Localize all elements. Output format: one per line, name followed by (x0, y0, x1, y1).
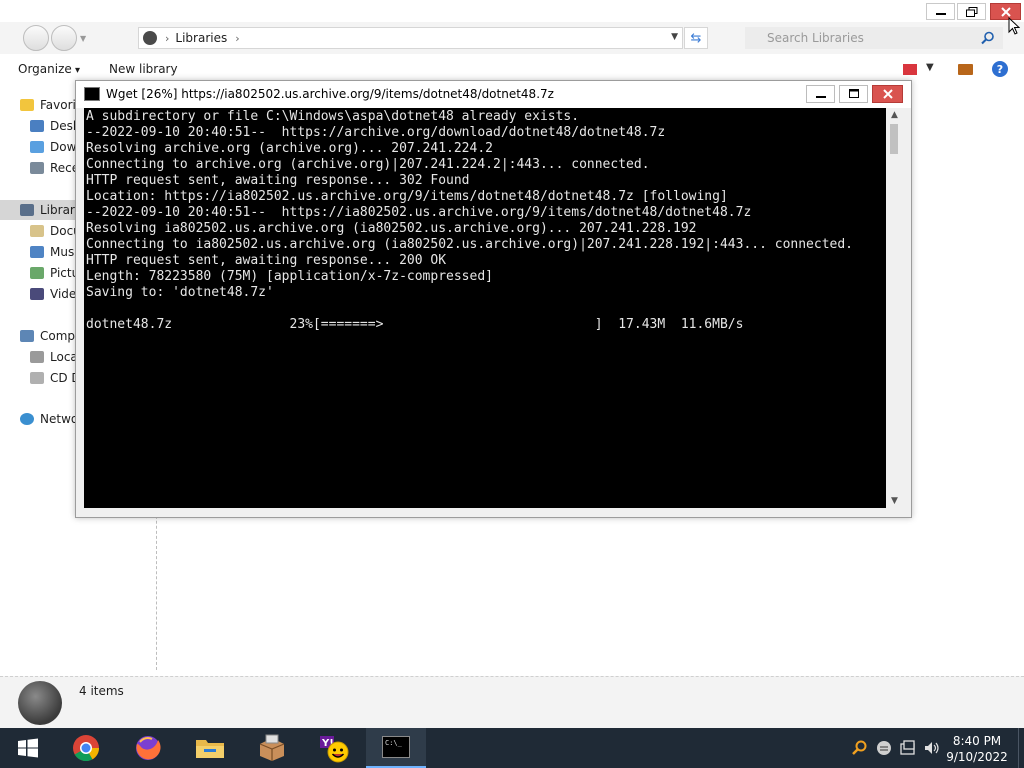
console-line: --2022-09-10 20:40:51-- https://archive.… (86, 125, 666, 140)
clock[interactable]: 8:40 PM 9/10/2022 (942, 733, 1012, 765)
taskbar-file-explorer[interactable] (187, 728, 233, 768)
console-title: Wget [26%] https://ia802502.us.archive.o… (106, 87, 554, 101)
console-line: Resolving archive.org (archive.org)... 2… (86, 141, 493, 156)
windows-logo-icon (18, 738, 38, 758)
action-center-tray-icon[interactable] (900, 740, 916, 756)
explorer-restore-button[interactable] (957, 3, 986, 20)
console-line: HTTP request sent, awaiting response... … (86, 253, 447, 268)
scrollbar-thumb[interactable] (890, 124, 898, 154)
emoji-tray-icon[interactable] (876, 740, 892, 756)
download-progress-line: dotnet48.7z 23%[=======> ] 17.43M 11.6MB… (86, 317, 744, 332)
firefox-icon (136, 736, 161, 760)
wget-console-window: Wget [26%] https://ia802502.us.archive.o… (75, 80, 912, 518)
new-library-button[interactable]: New library (109, 62, 178, 76)
organize-menu[interactable]: Organize (18, 62, 80, 76)
pictures-icon (30, 267, 44, 279)
music-icon (30, 246, 44, 258)
scroll-up-chevron-icon[interactable]: ▲ (886, 108, 903, 122)
search-input[interactable]: Search Libraries (745, 27, 1003, 49)
taskbar-installer-app[interactable] (249, 728, 295, 768)
star-icon (20, 99, 34, 111)
breadcrumb-chevron-icon[interactable]: › (165, 32, 169, 45)
console-line: Location: https://ia802502.us.archive.or… (86, 189, 728, 204)
console-output[interactable]: A subdirectory or file C:\Windows\aspa\d… (84, 108, 886, 508)
change-view-icon[interactable] (903, 64, 917, 75)
chrome-icon (73, 735, 100, 762)
search-placeholder: Search Libraries (767, 31, 864, 45)
console-line: Resolving ia802502.us.archive.org (ia802… (86, 221, 697, 236)
documents-icon (30, 225, 44, 237)
console-minimize-button[interactable] (806, 85, 835, 103)
minimize-icon (815, 96, 826, 98)
clock-date: 9/10/2022 (946, 750, 1008, 764)
console-line: A subdirectory or file C:\Windows\aspa\d… (86, 109, 580, 124)
explorer-minimize-button[interactable] (926, 3, 955, 20)
taskbar-chrome[interactable] (63, 728, 109, 768)
mouse-cursor-icon (1008, 17, 1020, 35)
preview-pane-icon[interactable] (958, 64, 973, 75)
forward-button[interactable] (51, 25, 77, 51)
console-maximize-button[interactable] (839, 85, 868, 103)
view-options-chevron-down-icon[interactable]: ▼ (926, 62, 934, 73)
close-icon (1000, 6, 1011, 17)
console-scrollbar[interactable]: ▲ ▼ (886, 108, 903, 508)
yahoo-messenger-icon: Y! (320, 736, 349, 763)
console-close-button[interactable] (872, 85, 903, 103)
explorer-nav-bar: ▼ › Libraries › ▼ ⇆ Search Libraries (0, 22, 1024, 54)
libraries-thumbnail-icon (18, 681, 62, 725)
search-icon[interactable] (981, 31, 995, 45)
close-icon (882, 89, 893, 99)
recent-places-icon (30, 162, 44, 174)
breadcrumb-chevron-icon[interactable]: › (235, 32, 239, 45)
console-line: Length: 78223580 (75M) [application/x-7z… (86, 269, 493, 284)
volume-tray-icon[interactable] (924, 740, 940, 756)
help-icon[interactable]: ? (992, 61, 1008, 77)
downloads-icon (30, 141, 44, 153)
item-count: 4 items (79, 684, 124, 698)
taskbar-command-prompt[interactable]: C:\_ (366, 728, 426, 768)
libraries-icon (20, 204, 34, 216)
back-button[interactable] (23, 25, 49, 51)
console-line: --2022-09-10 20:40:51-- https://ia802502… (86, 205, 752, 220)
console-line: Connecting to ia802502.us.archive.org (i… (86, 237, 854, 252)
folder-icon (196, 740, 224, 758)
maximize-icon (848, 89, 859, 98)
taskbar-firefox[interactable] (125, 728, 171, 768)
explorer-title-bar (0, 0, 1024, 22)
show-desktop-button[interactable] (1018, 728, 1024, 768)
videos-icon (30, 288, 44, 300)
cd-drive-icon (30, 372, 44, 384)
console-title-bar[interactable]: Wget [26%] https://ia802502.us.archive.o… (76, 81, 911, 108)
network-icon (20, 413, 34, 425)
taskbar: Y! C:\_ 8:40 PM 9/10/2022 (0, 728, 1024, 768)
status-bar: 4 items (0, 676, 1024, 728)
clock-time: 8:40 PM (952, 734, 1002, 748)
computer-icon (20, 330, 34, 342)
console-line: Saving to: 'dotnet48.7z' (86, 285, 274, 300)
hard-drive-icon (30, 351, 44, 363)
minimize-icon (935, 12, 946, 15)
command-bar: Organize New library ▼ ? (0, 58, 1024, 80)
start-button[interactable] (6, 728, 50, 768)
breadcrumb-libraries[interactable]: Libraries (175, 31, 227, 45)
recent-pages-chevron-down-icon[interactable]: ▼ (80, 34, 86, 43)
libraries-icon (143, 31, 157, 45)
restore-icon (965, 6, 977, 17)
installer-package-icon (259, 734, 285, 761)
command-prompt-icon: C:\_ (382, 736, 410, 758)
scroll-down-chevron-icon[interactable]: ▼ (886, 494, 903, 508)
console-app-icon (84, 87, 100, 101)
refresh-button[interactable]: ⇆ (684, 27, 708, 49)
desktop-icon (30, 120, 44, 132)
search-tray-icon[interactable] (851, 740, 867, 756)
address-history-chevron-down-icon[interactable]: ▼ (671, 32, 678, 42)
console-line: Connecting to archive.org (archive.org)|… (86, 157, 650, 172)
console-line: HTTP request sent, awaiting response... … (86, 173, 470, 188)
taskbar-yahoo-messenger[interactable]: Y! (311, 728, 357, 768)
address-bar[interactable]: › Libraries › ▼ (138, 27, 683, 49)
refresh-icon: ⇆ (690, 30, 702, 46)
